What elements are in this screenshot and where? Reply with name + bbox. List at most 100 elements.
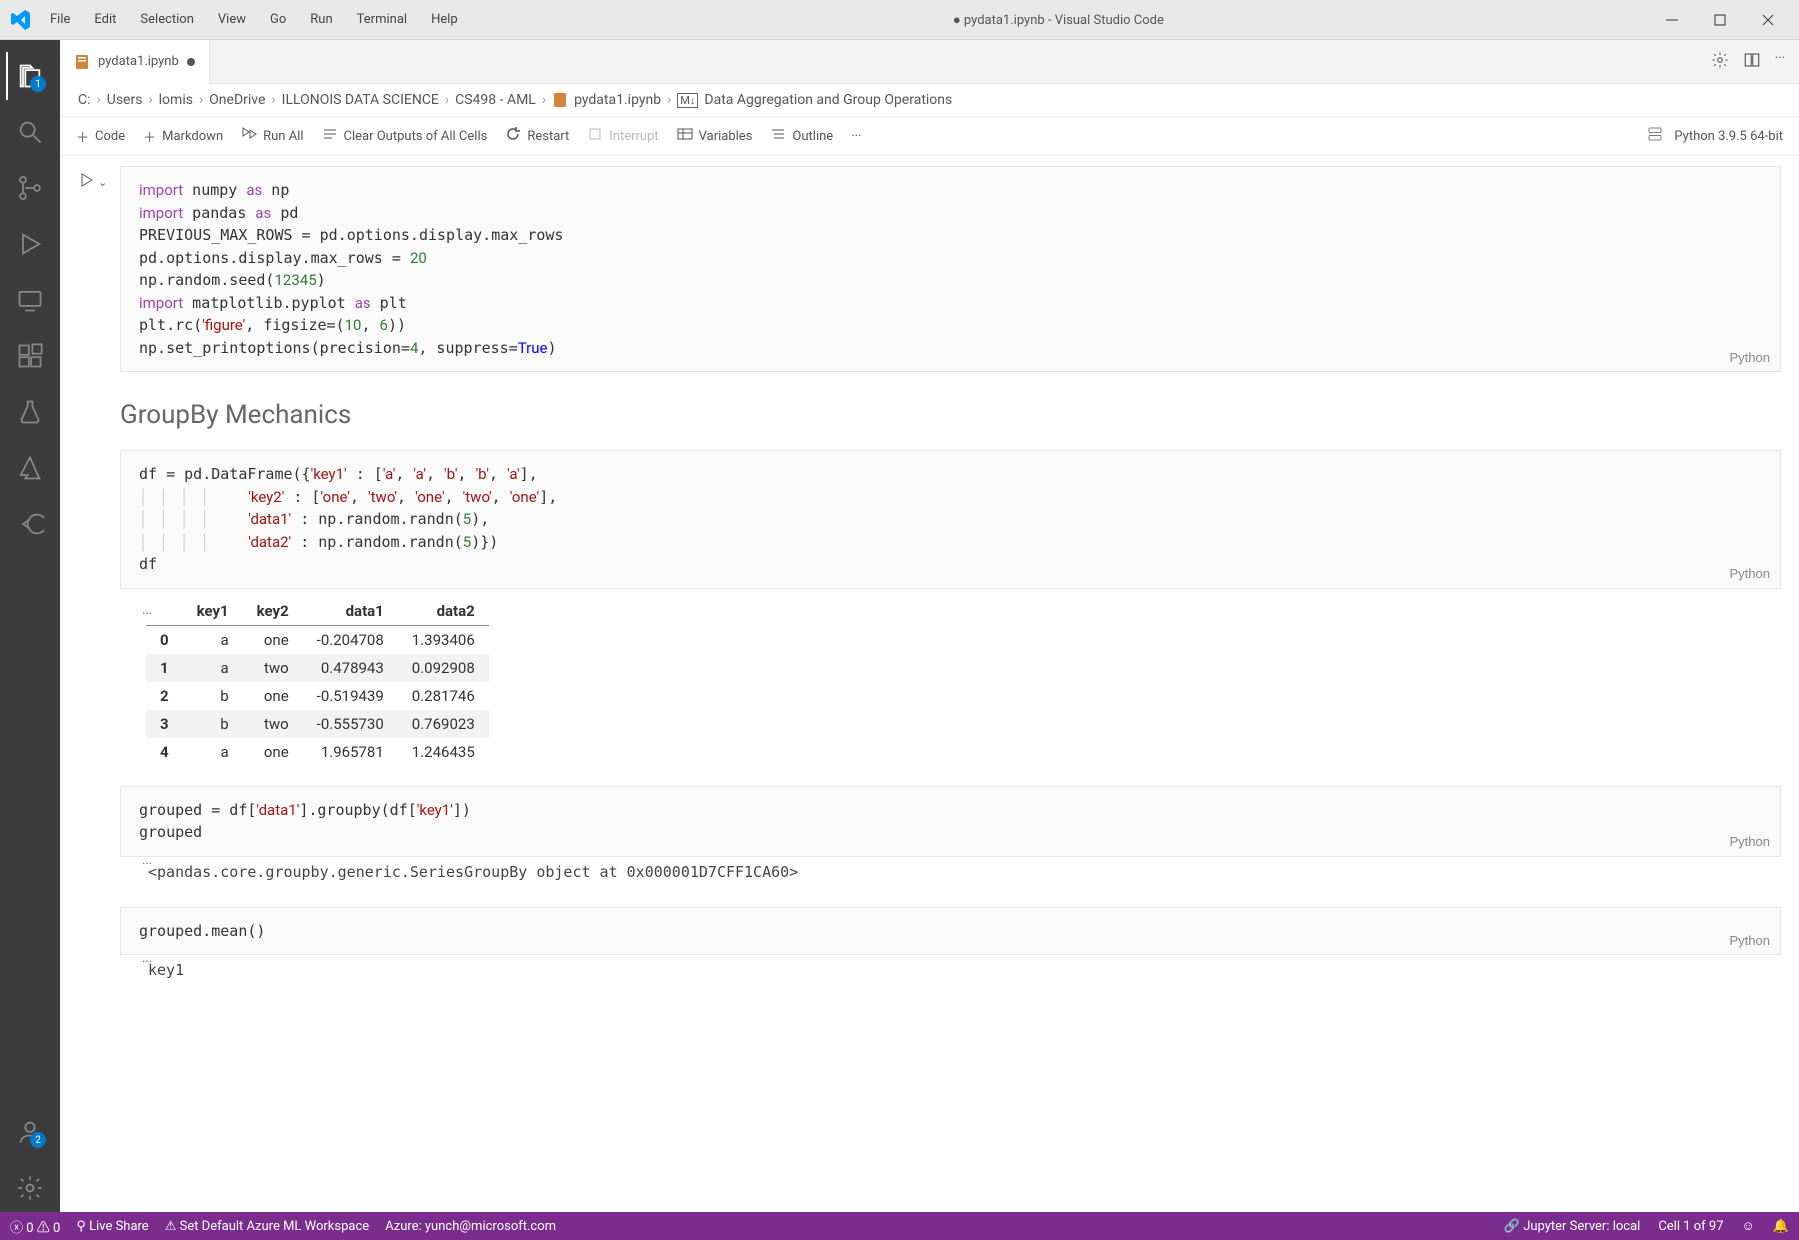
link-icon: 🔗 [1504,1219,1520,1234]
menu-selection[interactable]: Selection [130,8,203,31]
status-liveshare[interactable]: ⚲ Live Share [76,1219,148,1234]
outline-icon [770,126,786,146]
testing-icon[interactable] [6,388,54,436]
kernel-selector[interactable]: Python 3.9.5 64-bit [1674,129,1783,144]
crumb[interactable]: Users [107,92,143,108]
dataframe-output: key1key2data1data2 0aone-0.2047081.39340… [146,597,489,766]
broadcast-icon: ⚲ [76,1219,86,1234]
interrupt-button: Interrupt [587,126,658,146]
run-all-icon [241,126,257,146]
azure-icon[interactable] [6,444,54,492]
plus-icon: ＋ [143,127,156,146]
activity-bar: 1 2 [0,40,60,1212]
plus-icon: ＋ [76,127,89,146]
titlebar: File Edit Selection View Go Run Terminal… [0,0,1799,40]
menu-edit[interactable]: Edit [84,8,126,31]
window-title: ● pydata1.ipynb - Visual Studio Code [468,12,1649,28]
crumb[interactable]: OneDrive [209,92,265,108]
code-editor[interactable]: import numpy as np import pandas as pd P… [120,166,1781,372]
code-cell[interactable]: ⌄ import numpy as np import pandas as pd… [120,166,1781,372]
explorer-badge: 1 [30,76,46,92]
notebook-content[interactable]: ⌄ import numpy as np import pandas as pd… [60,156,1799,1212]
notifications-icon[interactable]: 🔔 [1773,1219,1789,1234]
accounts-icon[interactable]: 2 [6,1108,54,1156]
crumb[interactable]: Data Aggregation and Group Operations [704,92,952,108]
restart-icon [505,126,521,146]
status-jupyter[interactable]: 🔗 Jupyter Server: local [1504,1219,1641,1234]
crumb[interactable]: C: [78,92,91,108]
lang-indicator: Python [1730,931,1770,951]
lang-indicator: Python [1730,832,1770,852]
tab-pydata1[interactable]: pydata1.ipynb [60,40,210,84]
notebook-toolbar: ＋Code ＋Markdown Run All Clear Outputs of… [60,117,1799,156]
status-azure-ws[interactable]: ⚠ Set Default Azure ML Workspace [165,1219,369,1234]
menu-terminal[interactable]: Terminal [347,8,417,31]
remote-icon[interactable] [6,276,54,324]
code-cell[interactable]: grouped.mean()Python ··· key1 [120,907,1781,986]
exec-indicator: ··· [142,955,152,970]
lang-indicator: Python [1730,564,1770,584]
crumb[interactable]: CS498 - AML [455,92,536,108]
maximize-button[interactable] [1697,4,1743,36]
explorer-icon[interactable]: 1 [6,52,54,100]
menu-help[interactable]: Help [421,8,468,31]
more-icon[interactable]: ··· [1775,51,1785,73]
code-editor[interactable]: df = pd.DataFrame({'key1' : ['a', 'a', '… [120,450,1781,589]
split-editor-icon[interactable] [1743,51,1761,73]
clear-icon [322,126,338,146]
exec-indicator: ··· [142,857,152,872]
tab-label: pydata1.ipynb [98,54,179,69]
code-cell[interactable]: df = pd.DataFrame({'key1' : ['a', 'a', '… [120,450,1781,766]
variables-button[interactable]: Variables [677,126,753,146]
feedback-icon[interactable]: ☺ [1742,1218,1755,1234]
interrupt-icon [587,126,603,146]
run-all-button[interactable]: Run All [241,126,303,146]
breadcrumbs[interactable]: C:› Users› lomis› OneDrive› ILLONOIS DAT… [60,84,1799,117]
status-cell-position[interactable]: Cell 1 of 97 [1658,1219,1723,1234]
menu-run[interactable]: Run [300,8,342,31]
minimize-button[interactable] [1649,4,1695,36]
lang-indicator: Python [1730,348,1770,368]
source-control-icon[interactable] [6,164,54,212]
accounts-badge: 2 [30,1132,46,1148]
window-controls [1649,4,1791,36]
run-cell-icon[interactable] [78,172,94,192]
crumb[interactable]: lomis [159,92,193,108]
status-errors[interactable]: ⓧ 0 ⚠ 0 [10,1217,60,1236]
server-icon [1646,125,1664,147]
code-editor[interactable]: grouped = df['data1'].groupby(df['key1']… [120,786,1781,857]
extensions-icon[interactable] [6,332,54,380]
markdown-icon: M↓ [677,93,698,108]
markdown-heading[interactable]: GroupBy Mechanics [120,400,1781,430]
menu-file[interactable]: File [40,8,80,31]
text-output: key1 [120,955,1781,985]
vscode-icon [8,8,32,32]
toolbar-more-button[interactable]: ··· [851,129,861,144]
run-debug-icon[interactable] [6,220,54,268]
editor-tabs: pydata1.ipynb ··· [60,40,1799,84]
code-cell[interactable]: grouped = df['data1'].groupby(df['key1']… [120,786,1781,887]
dirty-indicator-icon [187,58,195,66]
share-icon[interactable] [6,500,54,548]
crumb[interactable]: pydata1.ipynb [574,92,661,108]
menu-view[interactable]: View [208,8,256,31]
add-code-button[interactable]: ＋Code [76,127,125,146]
menubar: File Edit Selection View Go Run Terminal… [40,8,468,31]
add-markdown-button[interactable]: ＋Markdown [143,127,223,146]
settings-gear-icon[interactable] [6,1164,54,1212]
chevron-down-icon[interactable]: ⌄ [98,176,107,189]
close-button[interactable] [1745,4,1791,36]
search-icon[interactable] [6,108,54,156]
outline-button[interactable]: Outline [770,126,833,146]
notebook-icon [74,54,90,70]
code-editor[interactable]: grouped.mean()Python [120,907,1781,956]
exec-indicator: ··· [142,607,152,622]
status-azure-account[interactable]: Azure: yunch@microsoft.com [385,1219,556,1234]
settings-icon[interactable] [1711,51,1729,73]
notebook-icon [552,92,568,108]
menu-go[interactable]: Go [260,8,296,31]
crumb[interactable]: ILLONOIS DATA SCIENCE [282,92,439,108]
clear-outputs-button[interactable]: Clear Outputs of All Cells [322,126,488,146]
restart-button[interactable]: Restart [505,126,569,146]
text-output: <pandas.core.groupby.generic.SeriesGroup… [120,857,1781,887]
